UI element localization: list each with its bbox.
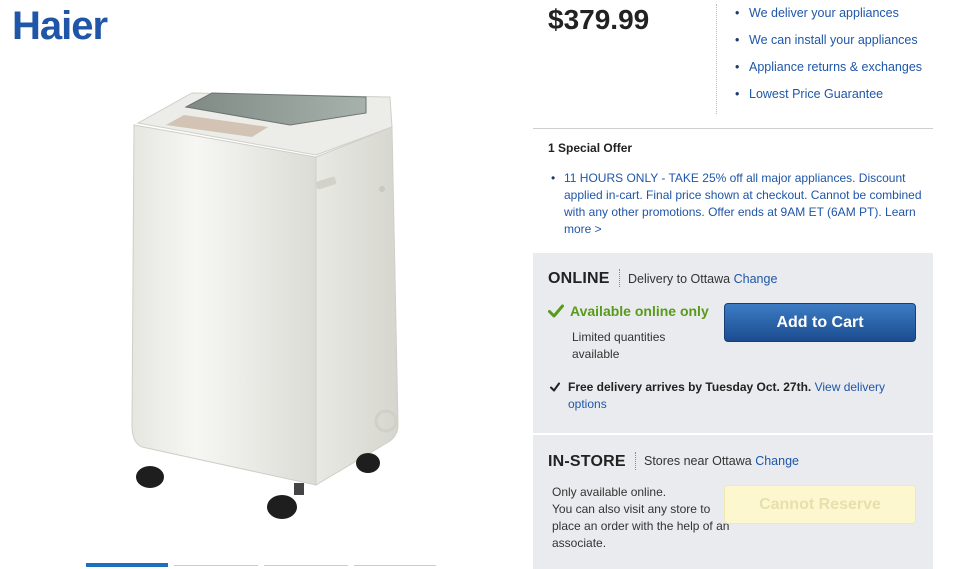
section-divider (533, 128, 933, 129)
delivery-location-text: Delivery to Ottawa (628, 272, 731, 286)
online-panel: ONLINE Delivery to Ottawa Change Availab… (533, 253, 933, 433)
change-delivery-location-link[interactable]: Change (734, 272, 778, 286)
instore-note-line1: Only available online. (552, 485, 667, 499)
product-price: $379.99 (548, 4, 650, 35)
services-list: We deliver your appliances We can instal… (735, 4, 922, 112)
instore-panel: IN-STORE Stores near Ottawa Change Only … (533, 435, 933, 569)
heading-separator (619, 269, 620, 287)
availability-status: Available online only (548, 303, 709, 319)
instore-availability-note: Only available online. You can also visi… (552, 484, 732, 552)
cannot-reserve-button: Cannot Reserve (724, 485, 916, 524)
services-divider (716, 4, 717, 114)
free-delivery-info: Free delivery arrives by Tuesday Oct. 27… (550, 379, 920, 413)
online-heading: ONLINE (548, 270, 610, 287)
free-delivery-text: Free delivery arrives by Tuesday Oct. 27… (568, 380, 812, 394)
availability-label: Available online only (570, 303, 709, 319)
image-thumbnail-strip (86, 563, 436, 569)
store-location: Stores near Ottawa Change (644, 454, 799, 468)
special-offer-title: 1 Special Offer (548, 141, 633, 155)
add-to-cart-button[interactable]: Add to Cart (724, 303, 916, 342)
checkmark-icon (548, 304, 564, 318)
heading-separator (635, 452, 636, 470)
checkmark-icon (550, 382, 560, 392)
store-location-text: Stores near Ottawa (644, 454, 752, 468)
thumbnail-3[interactable] (264, 565, 348, 569)
limited-quantities-note: Limited quantities available (572, 330, 666, 361)
service-link-price-guarantee[interactable]: Lowest Price Guarantee (735, 85, 922, 112)
product-image (131, 92, 399, 519)
thumbnail-1[interactable] (86, 563, 168, 567)
delivery-location: Delivery to Ottawa Change (628, 272, 777, 286)
service-link-returns[interactable]: Appliance returns & exchanges (735, 58, 922, 85)
instore-heading: IN-STORE (548, 453, 626, 470)
special-offer-text: 11 HOURS ONLY - TAKE 25% off all major a… (564, 171, 922, 219)
thumbnail-2[interactable] (174, 565, 258, 569)
change-store-location-link[interactable]: Change (755, 454, 799, 468)
service-link-delivery[interactable]: We deliver your appliances (735, 4, 922, 31)
instore-note-line2: You can also visit any store to place an… (552, 502, 730, 550)
brand-logo[interactable]: Haier (12, 4, 108, 49)
special-offer-item[interactable]: 11 HOURS ONLY - TAKE 25% off all major a… (551, 170, 926, 238)
special-offer-list: 11 HOURS ONLY - TAKE 25% off all major a… (551, 170, 926, 238)
service-link-install[interactable]: We can install your appliances (735, 31, 922, 58)
thumbnail-4[interactable] (354, 565, 436, 569)
